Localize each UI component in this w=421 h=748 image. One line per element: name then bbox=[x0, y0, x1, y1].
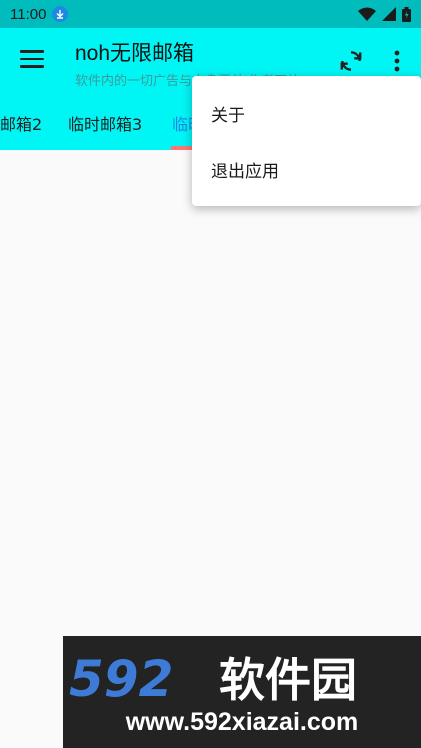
tab-temp-mailbox-3[interactable]: 临时邮箱3 bbox=[68, 111, 142, 135]
battery-icon bbox=[402, 6, 411, 22]
app-screen: 11:00 noh无限邮箱 软件内的一切广告与本身无关 作者不补 邮箱2 临时邮… bbox=[0, 0, 421, 748]
overflow-menu: 关于 退出应用 bbox=[192, 76, 421, 206]
wifi-icon bbox=[358, 7, 376, 21]
download-icon bbox=[52, 6, 69, 22]
svg-text:592: 592 bbox=[69, 650, 173, 706]
watermark-logo: 592 软件园 bbox=[69, 650, 357, 706]
status-bar: 11:00 bbox=[0, 0, 421, 28]
status-time: 11:00 bbox=[10, 5, 47, 23]
watermark-url: www.592xiazai.com bbox=[125, 708, 359, 736]
svg-text:软件园: 软件园 bbox=[219, 653, 357, 706]
menu-item-about[interactable]: 关于 bbox=[211, 101, 245, 126]
refresh-icon[interactable] bbox=[338, 48, 364, 74]
menu-icon[interactable] bbox=[20, 50, 44, 70]
status-icons bbox=[358, 6, 411, 22]
tab-mailbox-2[interactable]: 邮箱2 bbox=[0, 111, 42, 135]
more-vert-icon[interactable] bbox=[387, 48, 407, 74]
watermark: 592 软件园 www.592xiazai.com bbox=[63, 636, 421, 748]
menu-item-exit[interactable]: 退出应用 bbox=[211, 157, 279, 182]
app-title: noh无限邮箱 bbox=[75, 42, 195, 65]
signal-icon bbox=[382, 7, 396, 21]
